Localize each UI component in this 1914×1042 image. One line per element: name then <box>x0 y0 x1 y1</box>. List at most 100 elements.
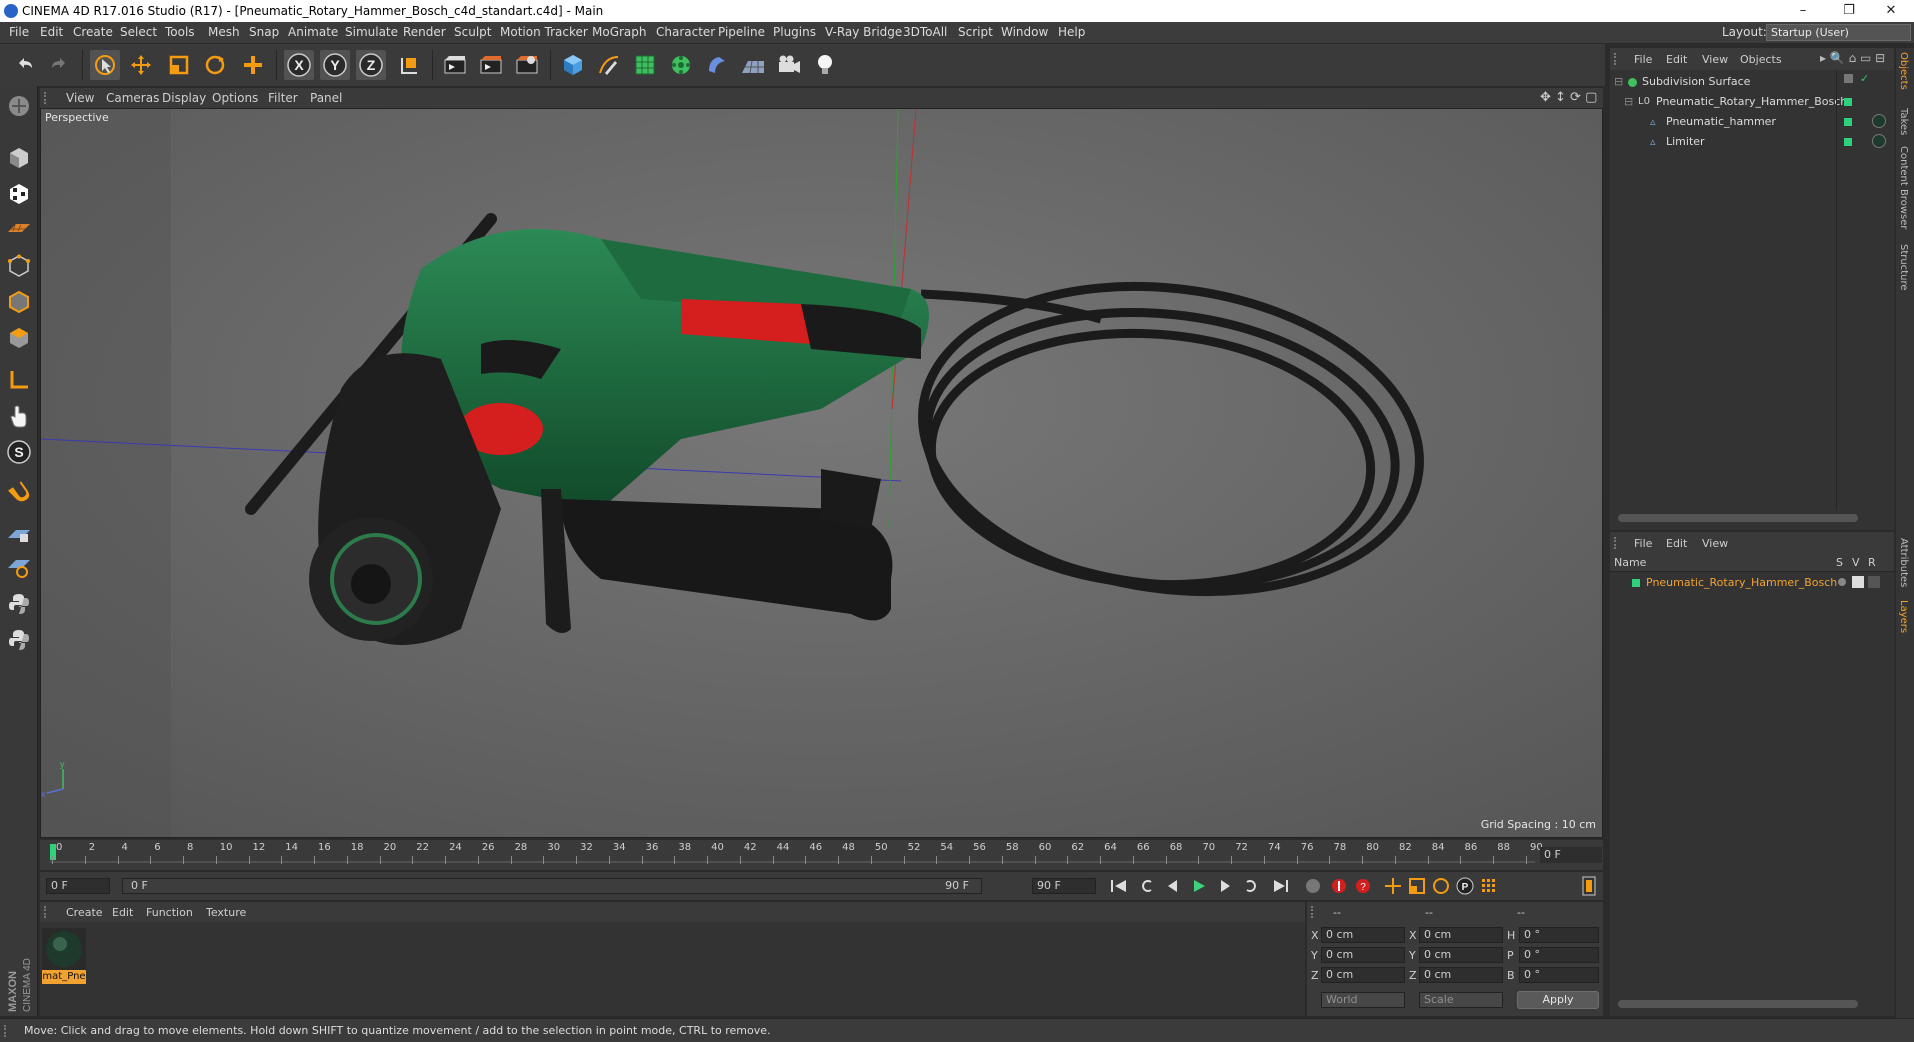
snapping-icon[interactable]: S <box>3 436 35 468</box>
material-tag-icon[interactable] <box>1872 114 1886 128</box>
layer-menu-edit[interactable]: Edit <box>1666 537 1687 550</box>
pos-z-field[interactable]: 0 cm <box>1321 967 1405 983</box>
menu-help[interactable]: Help <box>1058 25 1085 39</box>
go-to-start-icon[interactable] <box>1108 876 1130 896</box>
tree-item-pneumatic-rotary-hammer[interactable]: ⊟ L0 Pneumatic_Rotary_Hammer_Bosch <box>1610 92 1847 112</box>
om-toolbar-icons[interactable]: ▸ 🔍 ⌂ ▭ ⊟ <box>1820 51 1885 65</box>
live-selection-icon[interactable] <box>90 50 120 80</box>
menu-create[interactable]: Create <box>73 25 113 39</box>
size-z-field[interactable]: 0 cm <box>1419 967 1503 983</box>
menu-render[interactable]: Render <box>403 25 446 39</box>
rot-p-field[interactable]: 0 ° <box>1519 947 1599 963</box>
light-icon[interactable] <box>810 50 840 80</box>
layer-row[interactable]: Pneumatic_Rotary_Hammer_Bosch <box>1610 574 1894 592</box>
layer-menu-file[interactable]: File <box>1634 537 1652 550</box>
key-position-icon[interactable] <box>1382 876 1404 896</box>
points-mode-icon[interactable] <box>3 250 35 282</box>
pos-y-field[interactable]: 0 cm <box>1321 947 1405 963</box>
layer-render-toggle[interactable] <box>1868 576 1880 588</box>
menu-sculpt[interactable]: Sculpt <box>454 25 491 39</box>
keyframe-selection-icon[interactable] <box>1302 876 1324 896</box>
tab-objects[interactable]: Objects <box>1898 52 1909 90</box>
material-tag-icon[interactable] <box>1872 134 1886 148</box>
layer-solo-toggle[interactable] <box>1838 578 1846 586</box>
cloner-icon[interactable] <box>666 50 696 80</box>
polygons-mode-icon[interactable] <box>3 322 35 354</box>
render-picture-viewer-icon[interactable] <box>476 50 506 80</box>
edges-mode-icon[interactable] <box>3 286 35 318</box>
visibility-toggle[interactable] <box>1844 74 1853 83</box>
layout-select[interactable]: Startup (User) <box>1766 24 1911 41</box>
horizontal-scrollbar[interactable] <box>1618 1000 1858 1008</box>
menu-mograph[interactable]: MoGraph <box>592 25 647 39</box>
menu-motion-tracker[interactable]: Motion Tracker <box>500 25 588 39</box>
menu-snap[interactable]: Snap <box>249 25 279 39</box>
layer-menu-view[interactable]: View <box>1702 537 1728 550</box>
planar-workplane-icon[interactable] <box>3 552 35 584</box>
z-axis-icon[interactable]: Z <box>356 50 386 80</box>
key-pla-icon[interactable] <box>1478 876 1500 896</box>
spline-pen-icon[interactable] <box>594 50 624 80</box>
frame-range-slider[interactable]: 0 F 90 F <box>122 878 982 894</box>
magnet-icon[interactable] <box>3 478 35 510</box>
om-menu-view[interactable]: View <box>1702 53 1728 66</box>
key-scale-icon[interactable] <box>1406 876 1428 896</box>
key-rotation-icon[interactable] <box>1430 876 1452 896</box>
minimize-button[interactable]: – <box>1780 0 1826 22</box>
go-to-end-icon[interactable] <box>1270 876 1292 896</box>
size-y-field[interactable]: 0 cm <box>1419 947 1503 963</box>
collapse-icon[interactable]: ⊟ <box>1624 92 1633 112</box>
subdivision-surface-icon[interactable] <box>630 50 660 80</box>
viewport-menu-filter[interactable]: Filter <box>268 91 298 105</box>
move-plus-icon[interactable] <box>238 50 268 80</box>
previous-key-icon[interactable] <box>1136 876 1158 896</box>
scale-icon[interactable] <box>164 50 194 80</box>
material-swatch[interactable]: mat_Pne <box>42 928 86 984</box>
workplane-icon[interactable] <box>3 212 35 244</box>
tab-content-browser[interactable]: Content Browser <box>1898 146 1909 229</box>
viewport-navigation-icons[interactable]: ✥ ↕ ⟳ ▢ <box>1540 90 1597 105</box>
column-solo[interactable]: S <box>1836 556 1843 569</box>
material-menu-function[interactable]: Function <box>146 906 193 919</box>
column-render[interactable]: R <box>1868 556 1876 569</box>
pos-x-field[interactable]: 0 cm <box>1321 927 1405 943</box>
render-view-icon[interactable] <box>440 50 470 80</box>
material-menu-create[interactable]: Create <box>66 906 103 919</box>
python-console-icon[interactable] <box>3 624 35 656</box>
menu-file[interactable]: File <box>9 25 29 39</box>
menu-mesh[interactable]: Mesh <box>208 25 240 39</box>
layer-view-toggle[interactable] <box>1852 576 1864 588</box>
edit-render-settings-icon[interactable] <box>512 50 542 80</box>
menu-pipeline[interactable]: Pipeline <box>718 25 765 39</box>
rotate-icon[interactable] <box>200 50 230 80</box>
material-menu-edit[interactable]: Edit <box>112 906 133 919</box>
coordinate-system-icon[interactable] <box>394 50 424 80</box>
previous-frame-icon[interactable] <box>1162 876 1184 896</box>
floor-icon[interactable] <box>738 50 768 80</box>
size-x-field[interactable]: 0 cm <box>1419 927 1503 943</box>
column-view[interactable]: V <box>1852 556 1860 569</box>
python-script-icon[interactable] <box>3 588 35 620</box>
layer-color-tag[interactable] <box>1844 138 1852 146</box>
end-frame-field[interactable]: 90 F <box>1032 878 1096 894</box>
coordinate-mode-select[interactable]: World <box>1321 992 1405 1008</box>
menu-select[interactable]: Select <box>120 25 157 39</box>
axis-mode-icon[interactable] <box>3 364 35 396</box>
key-parameter-icon[interactable]: P <box>1454 876 1476 896</box>
collapse-icon[interactable]: ⊟ <box>1614 72 1623 92</box>
timeline-layout-icon[interactable] <box>1578 876 1600 896</box>
tab-layers[interactable]: Layers <box>1898 600 1909 633</box>
horizontal-scrollbar[interactable] <box>1618 514 1858 522</box>
menu-3dtoall[interactable]: 3DToAll <box>903 25 947 39</box>
rot-h-field[interactable]: 0 ° <box>1519 927 1599 943</box>
texture-mode-icon[interactable] <box>3 178 35 210</box>
tab-structure[interactable]: Structure <box>1898 244 1909 291</box>
om-menu-objects[interactable]: Objects <box>1740 53 1782 66</box>
viewport-menu-display[interactable]: Display <box>162 91 206 105</box>
layer-color-tag[interactable] <box>1844 98 1852 106</box>
tree-item-subdivision-surface[interactable]: ⊟ Subdivision Surface <box>1610 72 1834 92</box>
menu-simulate[interactable]: Simulate <box>345 25 398 39</box>
timeline-ruler[interactable]: 0 2 4 6 8 10 12 14 16 18 20 22 24 26 28 30 32 34 36 38 40 42 4… <box>40 840 1603 870</box>
next-key-icon[interactable] <box>1240 876 1262 896</box>
menu-animate[interactable]: Animate <box>288 25 338 39</box>
